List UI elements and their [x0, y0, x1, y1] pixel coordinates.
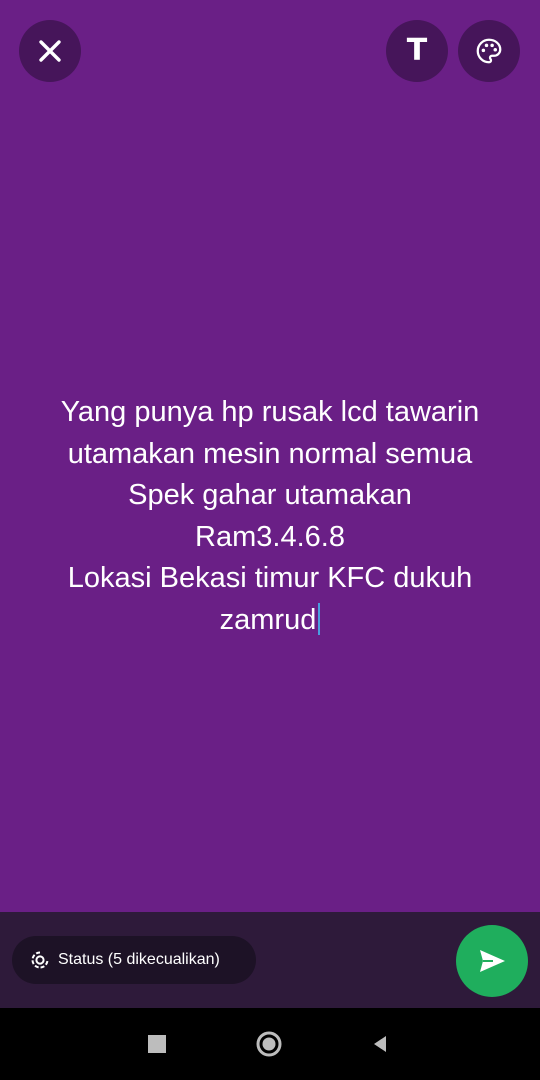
status-text-line: zamrud	[219, 603, 317, 636]
recents-button[interactable]	[141, 1028, 173, 1060]
status-text-line: Lokasi Bekasi timur KFC dukuh	[67, 562, 473, 594]
color-palette-button[interactable]	[458, 20, 520, 82]
palette-icon	[476, 38, 502, 64]
recents-icon	[148, 1035, 166, 1053]
text-tool-label: T	[406, 33, 428, 68]
status-text-last-line: zamrud	[20, 600, 520, 642]
status-icon	[30, 950, 50, 970]
text-caret	[318, 602, 321, 635]
status-audience-button[interactable]: Status (5 dikecualikan)	[12, 936, 256, 984]
home-icon	[256, 1031, 282, 1057]
status-text-line: Yang punya hp rusak lcd tawarin	[60, 396, 480, 428]
status-canvas[interactable]: T Yang punya hp rusak lcd tawarin utamak…	[0, 0, 540, 912]
status-text-line: Ram3.4.6.8	[195, 520, 345, 553]
back-button[interactable]	[364, 1028, 396, 1060]
send-button[interactable]	[456, 925, 528, 997]
status-text-input[interactable]: Yang punya hp rusak lcd tawarin utamakan…	[20, 392, 520, 641]
close-button[interactable]	[19, 20, 81, 82]
status-text-line: utamakan mesin normal semua	[67, 437, 473, 470]
status-audience-label: Status (5 dikecualikan)	[58, 951, 220, 968]
home-button[interactable]	[253, 1028, 285, 1060]
back-icon	[374, 1036, 386, 1052]
bottom-bar: Status (5 dikecualikan)	[0, 912, 540, 1008]
send-icon	[480, 950, 505, 972]
status-text-line: Spek gahar utamakan	[128, 479, 412, 511]
text-style-button[interactable]: T	[386, 20, 448, 82]
system-navigation-bar	[0, 1008, 540, 1080]
close-icon	[39, 40, 61, 62]
